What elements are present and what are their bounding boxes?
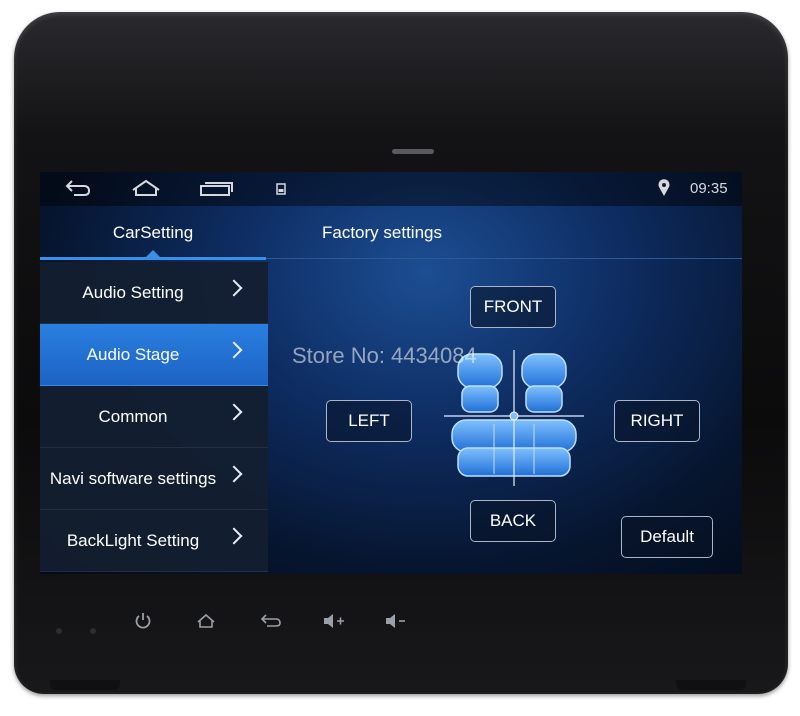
menu-item-label: Common	[98, 407, 168, 426]
menu-item-label: Audio Stage	[86, 345, 180, 364]
status-bar: 09:35	[40, 172, 742, 206]
chevron-right-icon	[225, 527, 243, 545]
home-icon[interactable]	[130, 178, 162, 202]
device-notch	[392, 149, 434, 154]
stage-position-marker	[509, 411, 519, 421]
menu-item-common[interactable]: Common	[40, 386, 268, 448]
hardware-button-bar	[40, 606, 740, 642]
power-icon[interactable]	[134, 612, 152, 635]
front-button[interactable]: FRONT	[470, 286, 556, 328]
chevron-right-icon	[225, 465, 243, 483]
default-button[interactable]: Default	[621, 516, 713, 558]
seat-position-graphic[interactable]	[444, 350, 584, 486]
menu-item-label: Navi software settings	[49, 469, 217, 488]
tab-factory-settings[interactable]: Factory settings	[266, 206, 498, 260]
device-foot-left	[50, 680, 120, 690]
front-right-seat-icon	[521, 353, 567, 413]
screen: 09:35 CarSetting Factory settings Audio …	[40, 172, 742, 574]
indicator-dot	[90, 628, 96, 634]
home-icon[interactable]	[196, 612, 216, 635]
right-button[interactable]: RIGHT	[614, 400, 700, 442]
volume-down-icon[interactable]	[384, 612, 408, 635]
chevron-right-icon	[225, 279, 243, 297]
back-icon[interactable]	[64, 178, 92, 202]
recent-apps-icon[interactable]	[198, 178, 234, 202]
screenshot-icon	[276, 182, 286, 199]
chevron-right-icon	[225, 341, 243, 359]
settings-menu: Audio Setting Audio Stage Common Navi so…	[40, 262, 268, 572]
chevron-right-icon	[225, 403, 243, 421]
indicator-dot	[56, 628, 62, 634]
left-button[interactable]: LEFT	[326, 400, 412, 442]
location-pin-icon	[657, 178, 671, 202]
tab-caret	[146, 250, 160, 257]
menu-item-backlight-setting[interactable]: BackLight Setting	[40, 510, 268, 572]
device-foot-right	[676, 680, 746, 690]
menu-item-label: Audio Setting	[82, 283, 184, 302]
menu-item-label: BackLight Setting	[66, 531, 200, 550]
volume-up-icon[interactable]	[322, 612, 346, 635]
store-watermark: Store No: 4434084	[292, 343, 477, 368]
menu-item-audio-stage[interactable]: Audio Stage	[40, 324, 268, 386]
clock: 09:35	[690, 180, 728, 197]
menu-item-navi-software-settings[interactable]: Navi software settings	[40, 448, 268, 510]
back-button[interactable]: BACK	[470, 500, 556, 542]
tab-active-indicator	[40, 257, 266, 260]
back-icon[interactable]	[260, 612, 282, 635]
tab-bar: CarSetting Factory settings	[40, 206, 742, 262]
menu-item-audio-setting[interactable]: Audio Setting	[40, 262, 268, 324]
tab-divider	[266, 258, 742, 259]
